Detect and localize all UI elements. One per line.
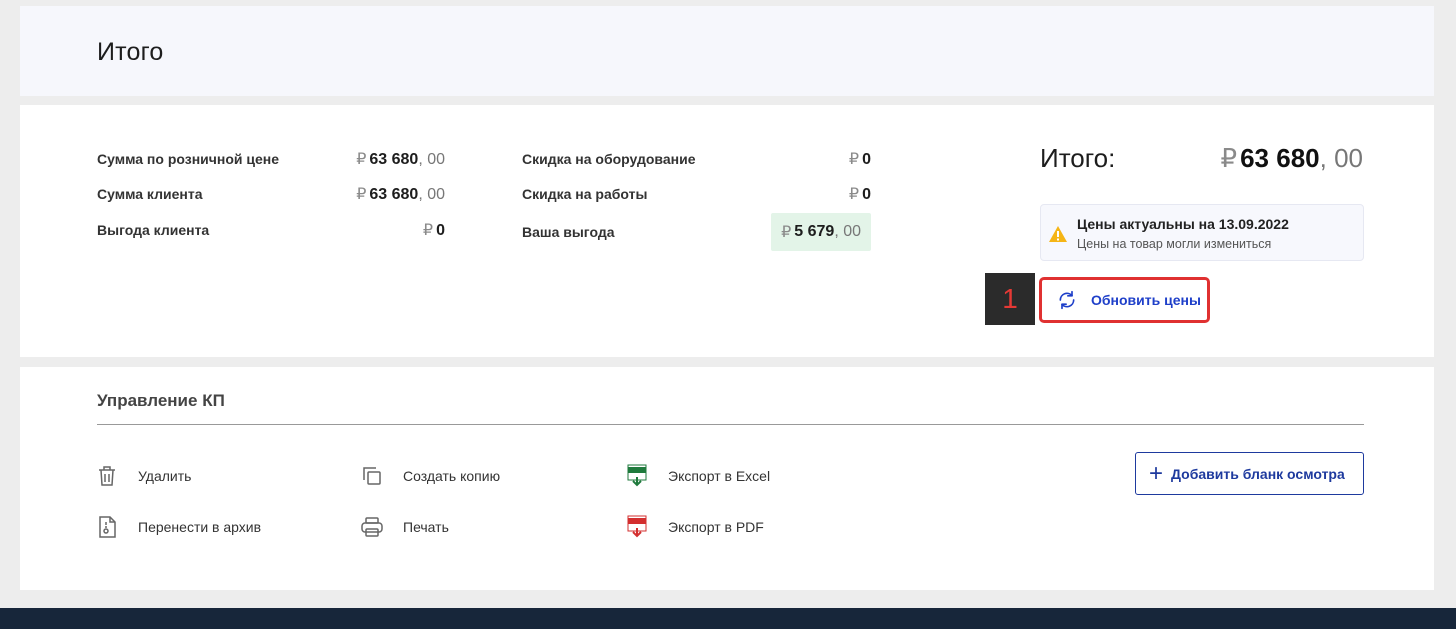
manage-panel: Управление КП Удалить Перенести в архив … <box>20 367 1434 590</box>
trash-icon <box>96 463 118 489</box>
notice-subtitle: Цены на товар могли измениться <box>1077 237 1272 251</box>
pdf-file-icon <box>626 514 648 540</box>
archive-label: Перенести в архив <box>138 519 262 535</box>
print-action[interactable]: Печать <box>361 514 449 540</box>
works-discount-value: ₽0 <box>848 186 871 203</box>
retail-sum-row: Сумма по розничной цене ₽63 680, 00 <box>97 144 445 174</box>
your-benefit-value: ₽5 679, 00 <box>771 213 871 251</box>
retail-sum-label: Сумма по розничной цене <box>97 151 280 167</box>
equipment-discount-value: ₽0 <box>848 151 871 168</box>
copy-action[interactable]: Создать копию <box>361 463 500 489</box>
client-sum-row: Сумма клиента ₽63 680, 00 <box>97 179 445 209</box>
notice-title: Цены актуальны на 13.09.2022 <box>1077 216 1289 232</box>
retail-sum-value: ₽63 680, 00 <box>356 151 445 168</box>
export-excel-action[interactable]: Экспорт в Excel <box>626 463 770 489</box>
equipment-discount-row: Скидка на оборудование ₽0 <box>522 144 871 174</box>
your-benefit-label: Ваша выгода <box>522 224 615 240</box>
price-notice: Цены актуальны на 13.09.2022 Цены на тов… <box>1040 204 1364 261</box>
works-discount-label: Скидка на работы <box>522 186 648 202</box>
works-discount-row: Скидка на работы ₽0 <box>522 179 871 209</box>
your-benefit-row: Ваша выгода ₽5 679, 00 <box>522 213 871 251</box>
section-divider <box>97 424 1364 425</box>
print-label: Печать <box>403 519 449 535</box>
delete-action[interactable]: Удалить <box>96 463 191 489</box>
warning-icon <box>1048 225 1068 248</box>
archive-action[interactable]: Перенести в архив <box>96 514 261 540</box>
export-pdf-action[interactable]: Экспорт в PDF <box>626 514 764 540</box>
section-title: Управление КП <box>97 391 225 410</box>
totals-panel: Сумма по розничной цене ₽63 680, 00 Сумм… <box>20 105 1434 357</box>
grand-total: Итого: ₽63 680, 00 <box>1040 143 1363 174</box>
footer-bar <box>0 608 1456 629</box>
client-sum-value: ₽63 680, 00 <box>356 186 445 203</box>
add-inspection-form-button[interactable]: + Добавить бланк осмотра <box>1135 452 1364 495</box>
page-title: Итого <box>97 38 164 66</box>
header-panel: Итого <box>20 6 1434 96</box>
client-sum-label: Сумма клиента <box>97 186 203 202</box>
client-benefit-label: Выгода клиента <box>97 222 210 238</box>
copy-icon <box>361 463 383 489</box>
client-benefit-row: Выгода клиента ₽0 <box>97 215 445 245</box>
archive-icon <box>96 514 118 540</box>
refresh-icon <box>1057 290 1077 310</box>
client-benefit-value: ₽0 <box>422 222 445 239</box>
printer-icon <box>361 514 383 540</box>
step-badge: 1 <box>985 273 1035 325</box>
refresh-prices-label: Обновить цены <box>1091 292 1201 308</box>
equipment-discount-label: Скидка на оборудование <box>522 151 696 167</box>
add-inspection-form-label: Добавить бланк осмотра <box>1171 465 1345 482</box>
grand-total-value: ₽63 680, 00 <box>1220 143 1363 173</box>
export-excel-label: Экспорт в Excel <box>668 468 771 484</box>
refresh-prices-button[interactable]: Обновить цены <box>1039 277 1210 323</box>
delete-label: Удалить <box>138 468 192 484</box>
grand-total-label: Итого: <box>1040 143 1116 173</box>
plus-icon: + <box>1149 459 1164 487</box>
copy-label: Создать копию <box>403 468 501 484</box>
export-pdf-label: Экспорт в PDF <box>668 519 764 535</box>
excel-file-icon <box>626 463 648 489</box>
